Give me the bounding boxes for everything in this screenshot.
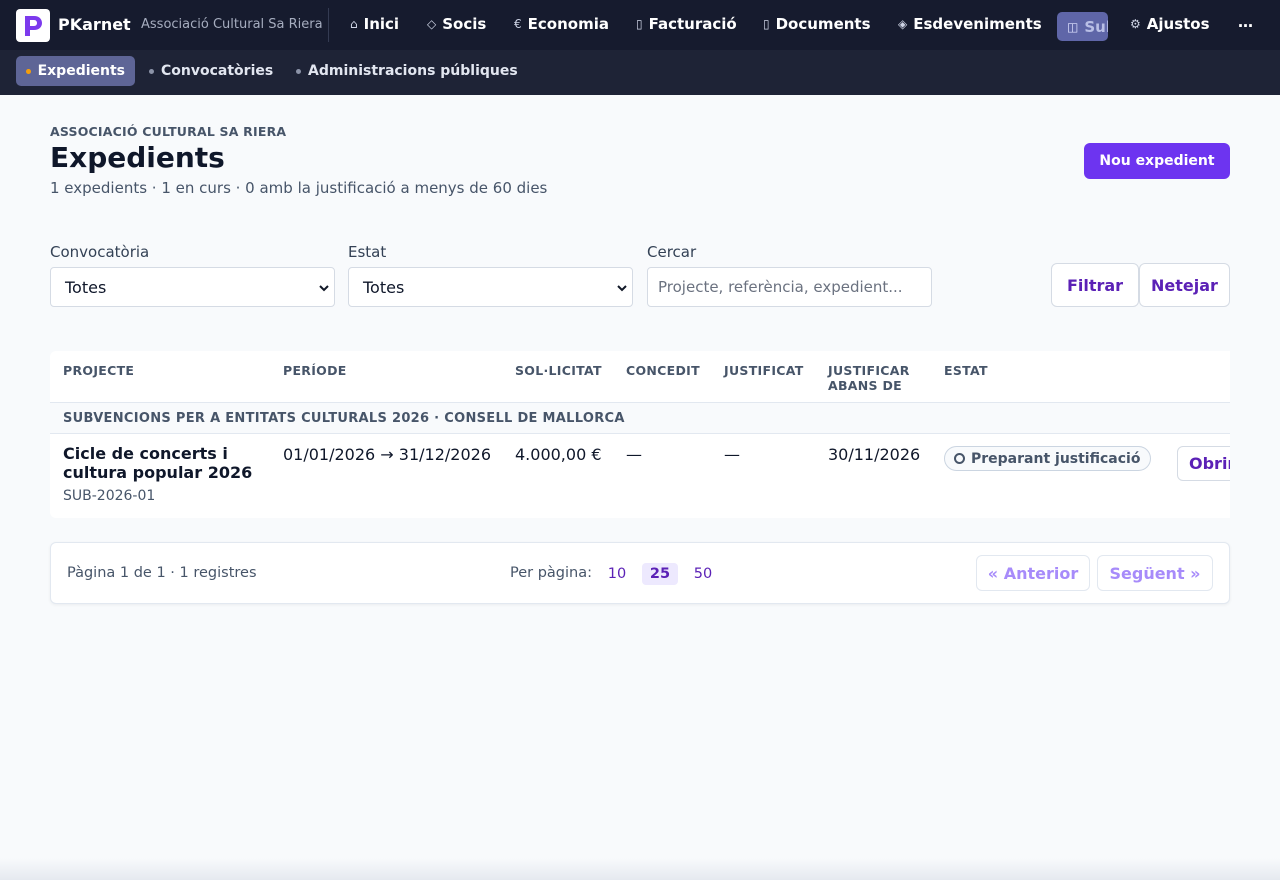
estat-label: Estat: [348, 243, 387, 261]
page-eyebrow: ASSOCIACIÓ CULTURAL SA RIERA: [50, 124, 287, 139]
status-circle-icon: [954, 453, 965, 464]
pagination-bar: Pàgina 1 de 1 · 1 registres Per pàgina: …: [50, 542, 1230, 604]
nav-label: Ajustos: [1146, 15, 1210, 33]
convocatoria-select[interactable]: Totes: [50, 267, 335, 307]
app-logo-icon[interactable]: [16, 9, 50, 42]
pagination-info: Pàgina 1 de 1 · 1 registres: [67, 565, 257, 581]
clear-button[interactable]: Netejar: [1139, 263, 1230, 307]
column-header-justificat: JUSTIFICAT: [724, 363, 804, 378]
dot-icon: [149, 68, 154, 74]
top-navbar: PKarnet Associació Cultural Sa Riera ⌂ I…: [0, 0, 1280, 50]
select-value: Totes: [363, 277, 405, 297]
sub-navbar: Expedients Convocatòries Administracions…: [0, 50, 1280, 95]
column-header-sollicitat: SOL·LICITAT: [515, 363, 602, 378]
nav-item-socis[interactable]: ◇ Socis: [427, 15, 486, 33]
search-input[interactable]: Projecte, referència, expedient...: [647, 267, 932, 307]
chevron-down-icon: [319, 285, 329, 292]
project-name[interactable]: Cicle de concerts i cultura popular 2026: [63, 444, 273, 482]
group-label: SUBVENCIONS PER A ENTITATS CULTURALS 202…: [63, 411, 625, 426]
project-reference: SUB-2026-01: [63, 488, 156, 504]
column-header-concedit: CONCEDIT: [626, 363, 700, 378]
nav-item-facturacio[interactable]: ▯ Facturació: [636, 15, 737, 33]
subtab-convocatories[interactable]: Convocatòries: [139, 56, 283, 86]
more-menu-button[interactable]: …: [1238, 13, 1253, 31]
nav-item-ajustos[interactable]: ⚙ Ajustos: [1130, 15, 1210, 33]
column-header-projecte: PROJECTE: [63, 363, 135, 378]
nav-item-subvencions[interactable]: ◫ Subvencions: [1057, 12, 1108, 41]
invoice-icon: ▯: [636, 17, 643, 31]
event-icon: ◈: [898, 17, 908, 31]
subtab-administracions[interactable]: Administracions públiques: [286, 56, 528, 86]
nav-item-inici[interactable]: ⌂ Inici: [350, 15, 399, 33]
column-header-estat: ESTAT: [944, 363, 988, 378]
nav-label: Subvencions: [1084, 17, 1108, 36]
nav-item-documents[interactable]: ▯ Documents: [763, 15, 871, 33]
per-page-label: Per pàgina:: [510, 565, 593, 581]
nav-label: Esdeveniments: [913, 15, 1042, 33]
select-value: Totes: [65, 277, 107, 297]
navbar-divider: [328, 8, 329, 42]
status-label: Preparant justificació: [971, 450, 1141, 467]
brand-name[interactable]: PKarnet: [58, 15, 131, 34]
diamond-icon: ◇: [427, 17, 437, 31]
per-page-option-50[interactable]: 50: [689, 563, 717, 585]
logo-mark-icon: [25, 15, 42, 36]
next-page-button[interactable]: Següent »: [1097, 555, 1213, 591]
status-badge: Preparant justificació: [944, 446, 1152, 471]
subtab-expedients[interactable]: Expedients: [16, 56, 135, 86]
nav-label: Facturació: [648, 15, 737, 33]
subtab-label: Convocatòries: [161, 63, 274, 79]
requested-amount: 4.000,00 €: [515, 445, 602, 464]
home-icon: ⌂: [350, 17, 358, 31]
justified-amount: —: [724, 445, 740, 464]
nav-item-economia[interactable]: € Economia: [514, 15, 609, 33]
justify-deadline: 30/11/2026: [828, 445, 921, 464]
active-dot-icon: [26, 68, 31, 74]
filter-button[interactable]: Filtrar: [1051, 263, 1139, 307]
granted-amount: —: [626, 445, 642, 464]
previous-page-button[interactable]: « Anterior: [976, 555, 1090, 591]
document-icon: ▯: [763, 17, 770, 31]
nav-label: Economia: [527, 15, 609, 33]
gear-icon: ⚙: [1130, 17, 1141, 31]
nav-label: Documents: [775, 15, 871, 33]
bottom-shadow: [0, 858, 1280, 880]
dot-icon: [296, 68, 301, 74]
grant-icon: ◫: [1067, 19, 1079, 34]
per-page-option-25[interactable]: 25: [642, 563, 678, 585]
search-label: Cercar: [647, 243, 697, 261]
group-row: SUBVENCIONS PER A ENTITATS CULTURALS 202…: [50, 403, 1230, 434]
euro-icon: €: [514, 17, 522, 31]
subtab-label: Administracions públiques: [308, 63, 518, 79]
nav-item-esdeveniments[interactable]: ◈ Esdeveniments: [898, 15, 1042, 33]
subtab-label: Expedients: [37, 63, 125, 79]
nav-label: Socis: [442, 15, 487, 33]
convocatoria-label: Convocatòria: [50, 243, 150, 261]
per-page-option-10[interactable]: 10: [603, 563, 631, 585]
chevron-down-icon: [617, 285, 627, 292]
project-period: 01/01/2026 → 31/12/2026: [283, 445, 492, 464]
estat-select[interactable]: Totes: [348, 267, 633, 307]
page-summary: 1 expedients · 1 en curs · 0 amb la just…: [50, 179, 548, 197]
column-header-periode: PERÍODE: [283, 363, 347, 378]
expedients-table: PROJECTE PERÍODE SOL·LICITAT CONCEDIT JU…: [50, 351, 1230, 518]
open-expedient-button[interactable]: Obrir: [1177, 446, 1230, 481]
organization-name: Associació Cultural Sa Riera: [141, 17, 323, 32]
new-expedient-button[interactable]: Nou expedient: [1084, 143, 1230, 179]
page-title: Expedients: [50, 141, 225, 174]
column-header-justificar-abans: JUSTIFICAR ABANS DE: [828, 363, 910, 393]
nav-label: Inici: [363, 15, 400, 33]
